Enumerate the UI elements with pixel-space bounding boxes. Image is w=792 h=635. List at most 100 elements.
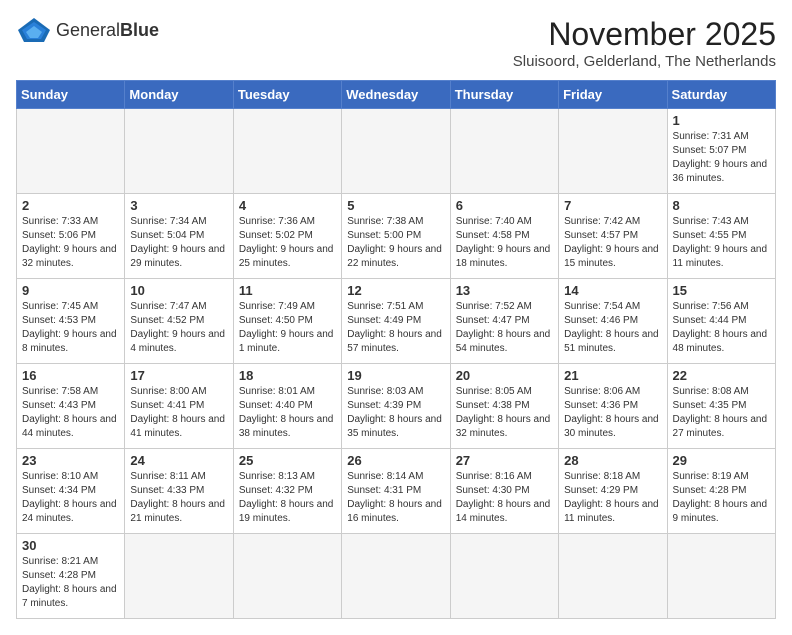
calendar-cell: 11 Sunrise: 7:49 AM Sunset: 4:50 PM Dayli… xyxy=(233,279,341,364)
day-number: 6 xyxy=(456,198,553,213)
calendar-cell: 12Sunrise: 7:51 AM Sunset: 4:49 PM Dayli… xyxy=(342,279,450,364)
logo: GeneralBlue xyxy=(16,16,159,44)
calendar-cell: 1Sunrise: 7:31 AM Sunset: 5:07 PM Daylig… xyxy=(667,109,775,194)
calendar-cell: 8 Sunrise: 7:43 AM Sunset: 4:55 PM Daylig… xyxy=(667,194,775,279)
day-number: 20 xyxy=(456,368,553,383)
day-number: 22 xyxy=(673,368,770,383)
calendar-cell xyxy=(342,534,450,619)
week-row-0: 1Sunrise: 7:31 AM Sunset: 5:07 PM Daylig… xyxy=(17,109,776,194)
calendar-cell: 28Sunrise: 8:18 AM Sunset: 4:29 PM Dayli… xyxy=(559,449,667,534)
day-number: 7 xyxy=(564,198,661,213)
day-number: 15 xyxy=(673,283,770,298)
day-info: Sunrise: 8:18 AM Sunset: 4:29 PM Dayligh… xyxy=(564,470,661,526)
day-info: Sunrise: 8:06 AM Sunset: 4:36 PM Dayligh… xyxy=(564,385,661,441)
day-info: Sunrise: 7:38 AM Sunset: 5:00 PM Dayligh… xyxy=(347,215,444,271)
calendar-cell xyxy=(450,534,558,619)
location: Sluisoord, Gelderland, The Netherlands xyxy=(513,53,776,70)
calendar-cell: 10Sunrise: 7:47 AM Sunset: 4:52 PM Dayli… xyxy=(125,279,233,364)
weekday-header-saturday: Saturday xyxy=(667,81,775,109)
calendar-cell: 24 Sunrise: 8:11 AM Sunset: 4:33 PM Dayli… xyxy=(125,449,233,534)
calendar-cell xyxy=(125,534,233,619)
calendar-cell xyxy=(559,534,667,619)
calendar-cell: 27 Sunrise: 8:16 AM Sunset: 4:30 PM Dayli… xyxy=(450,449,558,534)
day-number: 8 xyxy=(673,198,770,213)
day-info: Sunrise: 8:21 AM Sunset: 4:28 PM Dayligh… xyxy=(22,555,119,611)
calendar-cell xyxy=(342,109,450,194)
day-info: Sunrise: 8:10 AM Sunset: 4:34 PM Dayligh… xyxy=(22,470,119,526)
weekday-header-thursday: Thursday xyxy=(450,81,558,109)
day-info: Sunrise: 7:58 AM Sunset: 4:43 PM Dayligh… xyxy=(22,385,119,441)
calendar-cell: 30Sunrise: 8:21 AM Sunset: 4:28 PM Dayli… xyxy=(17,534,125,619)
calendar-cell: 17Sunrise: 8:00 AM Sunset: 4:41 PM Dayli… xyxy=(125,364,233,449)
day-info: Sunrise: 7:42 AM Sunset: 4:57 PM Dayligh… xyxy=(564,215,661,271)
day-number: 4 xyxy=(239,198,336,213)
day-number: 18 xyxy=(239,368,336,383)
weekday-header-friday: Friday xyxy=(559,81,667,109)
day-number: 27 xyxy=(456,453,553,468)
calendar-table: SundayMondayTuesdayWednesdayThursdayFrid… xyxy=(16,80,776,619)
day-info: Sunrise: 8:16 AM Sunset: 4:30 PM Dayligh… xyxy=(456,470,553,526)
day-number: 13 xyxy=(456,283,553,298)
day-number: 19 xyxy=(347,368,444,383)
calendar-cell xyxy=(233,109,341,194)
calendar-cell: 14 Sunrise: 7:54 AM Sunset: 4:46 PM Dayli… xyxy=(559,279,667,364)
weekday-header-tuesday: Tuesday xyxy=(233,81,341,109)
month-title: November 2025 xyxy=(513,16,776,53)
calendar-cell: 15 Sunrise: 7:56 AM Sunset: 4:44 PM Dayli… xyxy=(667,279,775,364)
day-info: Sunrise: 7:49 AM Sunset: 4:50 PM Dayligh… xyxy=(239,300,336,356)
day-info: Sunrise: 7:45 AM Sunset: 4:53 PM Dayligh… xyxy=(22,300,119,356)
day-number: 26 xyxy=(347,453,444,468)
day-info: Sunrise: 8:11 AM Sunset: 4:33 PM Dayligh… xyxy=(130,470,227,526)
weekday-header-wednesday: Wednesday xyxy=(342,81,450,109)
calendar-cell xyxy=(559,109,667,194)
week-row-1: 2 Sunrise: 7:33 AM Sunset: 5:06 PM Daylig… xyxy=(17,194,776,279)
day-info: Sunrise: 7:56 AM Sunset: 4:44 PM Dayligh… xyxy=(673,300,770,356)
calendar-cell: 5 Sunrise: 7:38 AM Sunset: 5:00 PM Daylig… xyxy=(342,194,450,279)
calendar-cell: 9Sunrise: 7:45 AM Sunset: 4:53 PM Daylig… xyxy=(17,279,125,364)
calendar-cell xyxy=(667,534,775,619)
week-row-5: 30Sunrise: 8:21 AM Sunset: 4:28 PM Dayli… xyxy=(17,534,776,619)
logo-text: GeneralBlue xyxy=(56,20,159,41)
calendar-cell: 26 Sunrise: 8:14 AM Sunset: 4:31 PM Dayli… xyxy=(342,449,450,534)
day-info: Sunrise: 7:52 AM Sunset: 4:47 PM Dayligh… xyxy=(456,300,553,356)
day-number: 24 xyxy=(130,453,227,468)
weekday-header-monday: Monday xyxy=(125,81,233,109)
day-number: 12 xyxy=(347,283,444,298)
day-number: 14 xyxy=(564,283,661,298)
calendar-cell: 16 Sunrise: 7:58 AM Sunset: 4:43 PM Dayli… xyxy=(17,364,125,449)
day-info: Sunrise: 7:43 AM Sunset: 4:55 PM Dayligh… xyxy=(673,215,770,271)
calendar-cell: 22 Sunrise: 8:08 AM Sunset: 4:35 PM Dayli… xyxy=(667,364,775,449)
day-number: 2 xyxy=(22,198,119,213)
day-info: Sunrise: 7:31 AM Sunset: 5:07 PM Dayligh… xyxy=(673,130,770,186)
day-number: 23 xyxy=(22,453,119,468)
calendar-cell: 19Sunrise: 8:03 AM Sunset: 4:39 PM Dayli… xyxy=(342,364,450,449)
day-number: 3 xyxy=(130,198,227,213)
weekday-header-sunday: Sunday xyxy=(17,81,125,109)
week-row-3: 16 Sunrise: 7:58 AM Sunset: 4:43 PM Dayli… xyxy=(17,364,776,449)
weekday-header-row: SundayMondayTuesdayWednesdayThursdayFrid… xyxy=(17,81,776,109)
week-row-4: 23 Sunrise: 8:10 AM Sunset: 4:34 PM Dayli… xyxy=(17,449,776,534)
calendar-cell: 25Sunrise: 8:13 AM Sunset: 4:32 PM Dayli… xyxy=(233,449,341,534)
calendar-cell: 2 Sunrise: 7:33 AM Sunset: 5:06 PM Daylig… xyxy=(17,194,125,279)
day-number: 5 xyxy=(347,198,444,213)
day-info: Sunrise: 8:05 AM Sunset: 4:38 PM Dayligh… xyxy=(456,385,553,441)
day-number: 11 xyxy=(239,283,336,298)
day-info: Sunrise: 8:14 AM Sunset: 4:31 PM Dayligh… xyxy=(347,470,444,526)
day-info: Sunrise: 8:08 AM Sunset: 4:35 PM Dayligh… xyxy=(673,385,770,441)
day-info: Sunrise: 7:40 AM Sunset: 4:58 PM Dayligh… xyxy=(456,215,553,271)
day-number: 25 xyxy=(239,453,336,468)
calendar-cell xyxy=(450,109,558,194)
calendar-cell: 18Sunrise: 8:01 AM Sunset: 4:40 PM Dayli… xyxy=(233,364,341,449)
day-number: 17 xyxy=(130,368,227,383)
calendar-cell: 29Sunrise: 8:19 AM Sunset: 4:28 PM Dayli… xyxy=(667,449,775,534)
calendar-cell: 7 Sunrise: 7:42 AM Sunset: 4:57 PM Daylig… xyxy=(559,194,667,279)
page-header: GeneralBlue November 2025 Sluisoord, Gel… xyxy=(16,16,776,70)
calendar-cell: 21Sunrise: 8:06 AM Sunset: 4:36 PM Dayli… xyxy=(559,364,667,449)
day-info: Sunrise: 8:19 AM Sunset: 4:28 PM Dayligh… xyxy=(673,470,770,526)
calendar-cell: 20 Sunrise: 8:05 AM Sunset: 4:38 PM Dayli… xyxy=(450,364,558,449)
day-info: Sunrise: 7:33 AM Sunset: 5:06 PM Dayligh… xyxy=(22,215,119,271)
day-number: 16 xyxy=(22,368,119,383)
day-info: Sunrise: 7:47 AM Sunset: 4:52 PM Dayligh… xyxy=(130,300,227,356)
day-info: Sunrise: 7:54 AM Sunset: 4:46 PM Dayligh… xyxy=(564,300,661,356)
calendar-cell xyxy=(125,109,233,194)
